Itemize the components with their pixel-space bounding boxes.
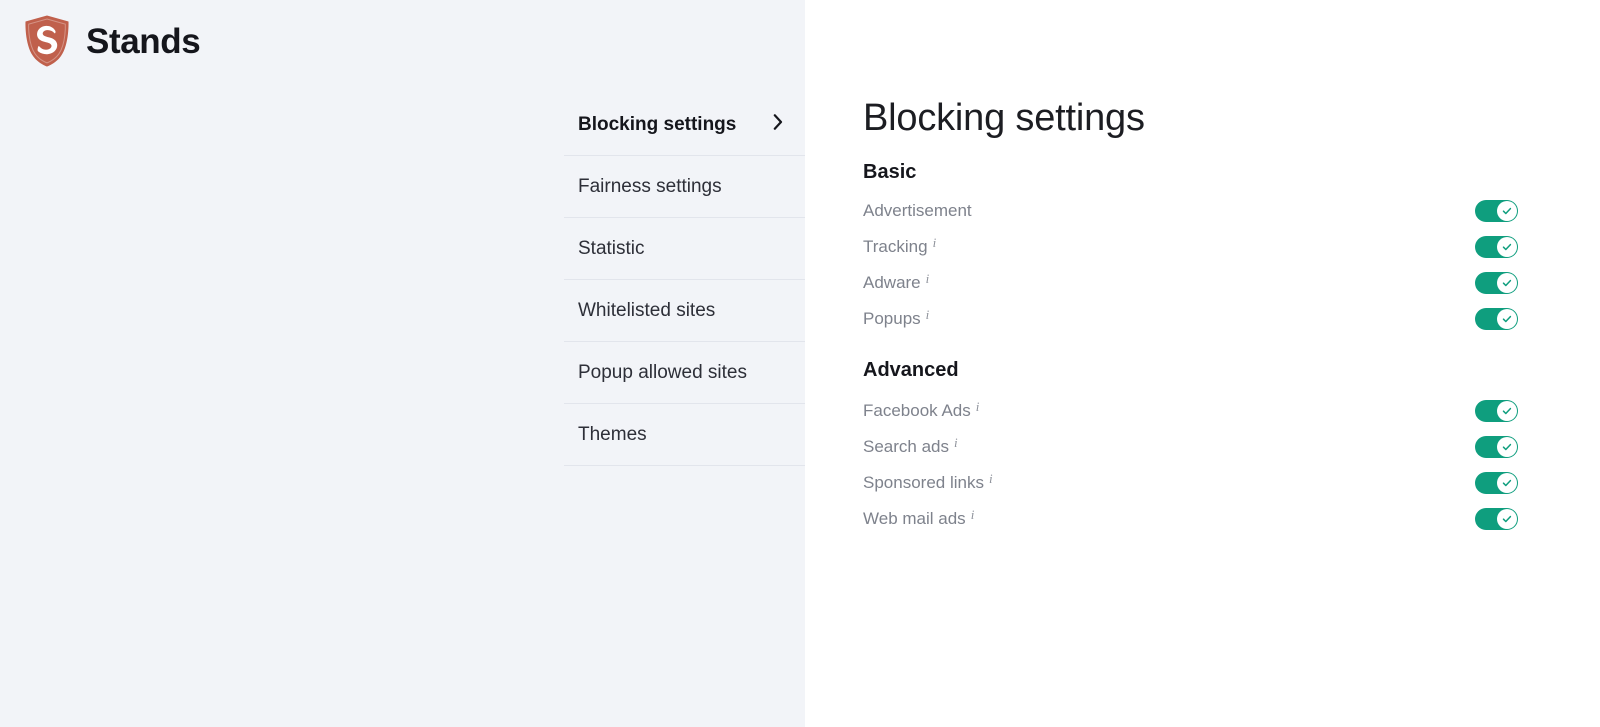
toggle-knob <box>1497 236 1517 257</box>
toggle-knob <box>1497 400 1517 421</box>
toggle-tracking[interactable] <box>1475 235 1518 258</box>
sidebar-item-whitelisted-sites[interactable]: Whitelisted sites <box>564 280 805 342</box>
info-icon[interactable]: i <box>954 436 958 449</box>
setting-label: Advertisement <box>863 201 972 221</box>
toggle-adware[interactable] <box>1475 271 1518 294</box>
setting-label-text: Adware <box>863 272 921 292</box>
setting-label: Web mail ads i <box>863 508 975 529</box>
setting-label-text: Search ads <box>863 436 949 456</box>
brand-name: Stands <box>86 21 201 61</box>
toggle-advertisement[interactable] <box>1475 199 1518 222</box>
setting-row-sponsored-links: Sponsored links i <box>863 465 1518 501</box>
sidebar-item-label: Themes <box>578 423 647 445</box>
setting-row-popups: Popups i <box>863 301 1518 337</box>
setting-row-advertisement: Advertisement <box>863 193 1518 229</box>
setting-row-web-mail-ads: Web mail ads i <box>863 501 1518 537</box>
sidebar-item-label: Whitelisted sites <box>578 299 716 321</box>
setting-row-facebook-ads: Facebook Ads i <box>863 393 1518 429</box>
sidebar-item-statistic[interactable]: Statistic <box>564 218 805 280</box>
setting-row-search-ads: Search ads i <box>863 429 1518 465</box>
sidebar-item-blocking-settings[interactable]: Blocking settings <box>564 94 805 156</box>
group-title-advanced: Advanced <box>863 358 959 381</box>
sidebar-item-label: Statistic <box>578 237 645 259</box>
setting-label-text: Facebook Ads <box>863 400 971 420</box>
setting-label-text: Popups <box>863 308 921 328</box>
settings-page: Stands Blocking settings Fairness settin… <box>0 0 1600 727</box>
setting-label: Facebook Ads i <box>863 400 980 421</box>
setting-label-text: Web mail ads <box>863 508 966 528</box>
info-icon[interactable]: i <box>926 272 930 285</box>
info-icon[interactable]: i <box>933 236 937 249</box>
info-icon[interactable]: i <box>976 400 980 413</box>
toggle-web-mail-ads[interactable] <box>1475 507 1518 530</box>
chevron-right-icon <box>773 114 783 135</box>
info-icon[interactable]: i <box>926 308 930 321</box>
left-panel: Stands Blocking settings Fairness settin… <box>0 0 805 727</box>
toggle-knob <box>1497 472 1517 493</box>
setting-label: Adware i <box>863 272 930 293</box>
page-title: Blocking settings <box>863 97 1145 139</box>
toggle-knob <box>1497 200 1517 221</box>
toggle-knob <box>1497 436 1517 457</box>
setting-label-text: Tracking <box>863 236 928 256</box>
info-icon[interactable]: i <box>971 508 975 521</box>
toggle-knob <box>1497 272 1517 293</box>
toggle-sponsored-links[interactable] <box>1475 471 1518 494</box>
info-icon[interactable]: i <box>989 472 993 485</box>
stands-shield-logo-icon <box>22 14 72 68</box>
toggle-knob <box>1497 308 1517 329</box>
setting-label: Popups i <box>863 308 930 329</box>
toggle-facebook-ads[interactable] <box>1475 399 1518 422</box>
setting-label: Sponsored links i <box>863 472 993 493</box>
sidebar-item-label: Fairness settings <box>578 175 722 197</box>
setting-label-text: Sponsored links <box>863 472 984 492</box>
setting-label: Tracking i <box>863 236 937 257</box>
setting-label-text: Advertisement <box>863 200 972 220</box>
setting-row-adware: Adware i <box>863 265 1518 301</box>
main-content: Blocking settings Basic Advertisement Tr… <box>805 0 1600 727</box>
sidebar-item-fairness-settings[interactable]: Fairness settings <box>564 156 805 218</box>
brand: Stands <box>22 14 201 68</box>
toggle-popups[interactable] <box>1475 307 1518 330</box>
sidebar-item-popup-allowed-sites[interactable]: Popup allowed sites <box>564 342 805 404</box>
group-title-basic: Basic <box>863 160 917 183</box>
setting-label: Search ads i <box>863 436 958 457</box>
sidebar-item-themes[interactable]: Themes <box>564 404 805 466</box>
sidebar-item-label: Popup allowed sites <box>578 361 747 383</box>
sidebar-item-label: Blocking settings <box>578 113 737 135</box>
setting-row-tracking: Tracking i <box>863 229 1518 265</box>
toggle-search-ads[interactable] <box>1475 435 1518 458</box>
settings-nav: Blocking settings Fairness settings Stat… <box>564 94 805 466</box>
toggle-knob <box>1497 508 1517 529</box>
